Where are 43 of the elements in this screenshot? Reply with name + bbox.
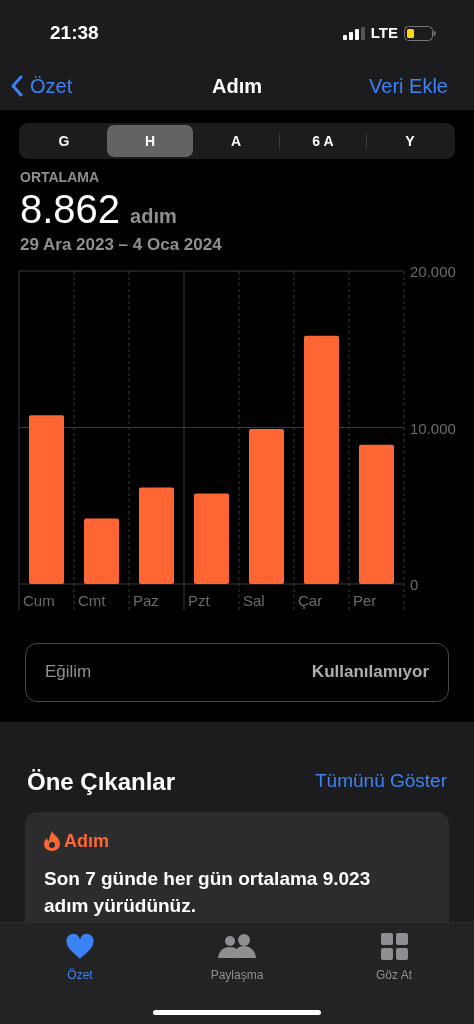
people-icon: [217, 933, 257, 960]
day-label: Paz: [133, 591, 159, 609]
average-label: ORTALAMA: [20, 168, 101, 187]
bar: [84, 517, 119, 584]
page-title: Adım: [212, 74, 262, 99]
day-label: Cmt: [78, 591, 106, 609]
range-tab[interactable]: Y: [367, 125, 453, 157]
highlight-category: Adım: [64, 829, 109, 853]
tab-bar-item[interactable]: Özet: [20, 933, 140, 984]
battery-icon: [404, 25, 436, 41]
day-label: Pzt: [188, 591, 210, 609]
highlight-text: Son 7 günde her gün ortalama 9.023 adım yürüdünüz.: [44, 866, 372, 918]
range-tab[interactable]: G: [21, 125, 107, 157]
trend-card[interactable]: Eğilim Kullanılamıyor: [25, 642, 449, 702]
section-heading: Öne Çıkanlar: [27, 766, 176, 797]
chevron-left-icon: [10, 75, 24, 97]
heart-icon: [65, 933, 95, 960]
day-label: Per: [353, 591, 377, 609]
range-tab[interactable]: 6 A: [280, 125, 366, 157]
tab-bar-item[interactable]: Göz At: [334, 933, 454, 984]
axis-tick-label: 20.000: [410, 265, 456, 280]
show-all-link[interactable]: Tümünü Göster: [315, 767, 447, 796]
tab-bar-item[interactable]: Paylaşma: [177, 933, 297, 984]
grid-icon: [380, 933, 408, 960]
range-tab[interactable]: A: [193, 125, 279, 157]
signal-icon: [342, 26, 365, 40]
axis-tick-label: 10.000: [410, 419, 456, 436]
day-label: Sal: [243, 591, 265, 609]
average-value: 8.862: [20, 186, 121, 232]
trend-label: Eğilim: [45, 661, 92, 684]
date-range: 29 Ara 2023 – 4 Oca 2024: [20, 234, 223, 256]
highlight-card[interactable]: Adım Son 7 günde her gün ortalama 9.023 adım yürüdünüz.: [25, 811, 449, 922]
add-data-button[interactable]: Veri Ekle: [369, 71, 464, 101]
day-label: Cum: [23, 591, 55, 609]
range-tab[interactable]: H: [107, 125, 193, 157]
network-label: LTE: [370, 22, 398, 43]
back-button[interactable]: Özet: [10, 71, 73, 101]
average-unit: adım: [130, 204, 177, 229]
flame-icon: [44, 831, 60, 851]
status-time: 21:38: [50, 20, 99, 45]
day-label: Çar: [298, 591, 323, 609]
trend-value: Kullanılamıyor: [311, 661, 429, 684]
axis-tick-label: 0: [410, 575, 419, 593]
